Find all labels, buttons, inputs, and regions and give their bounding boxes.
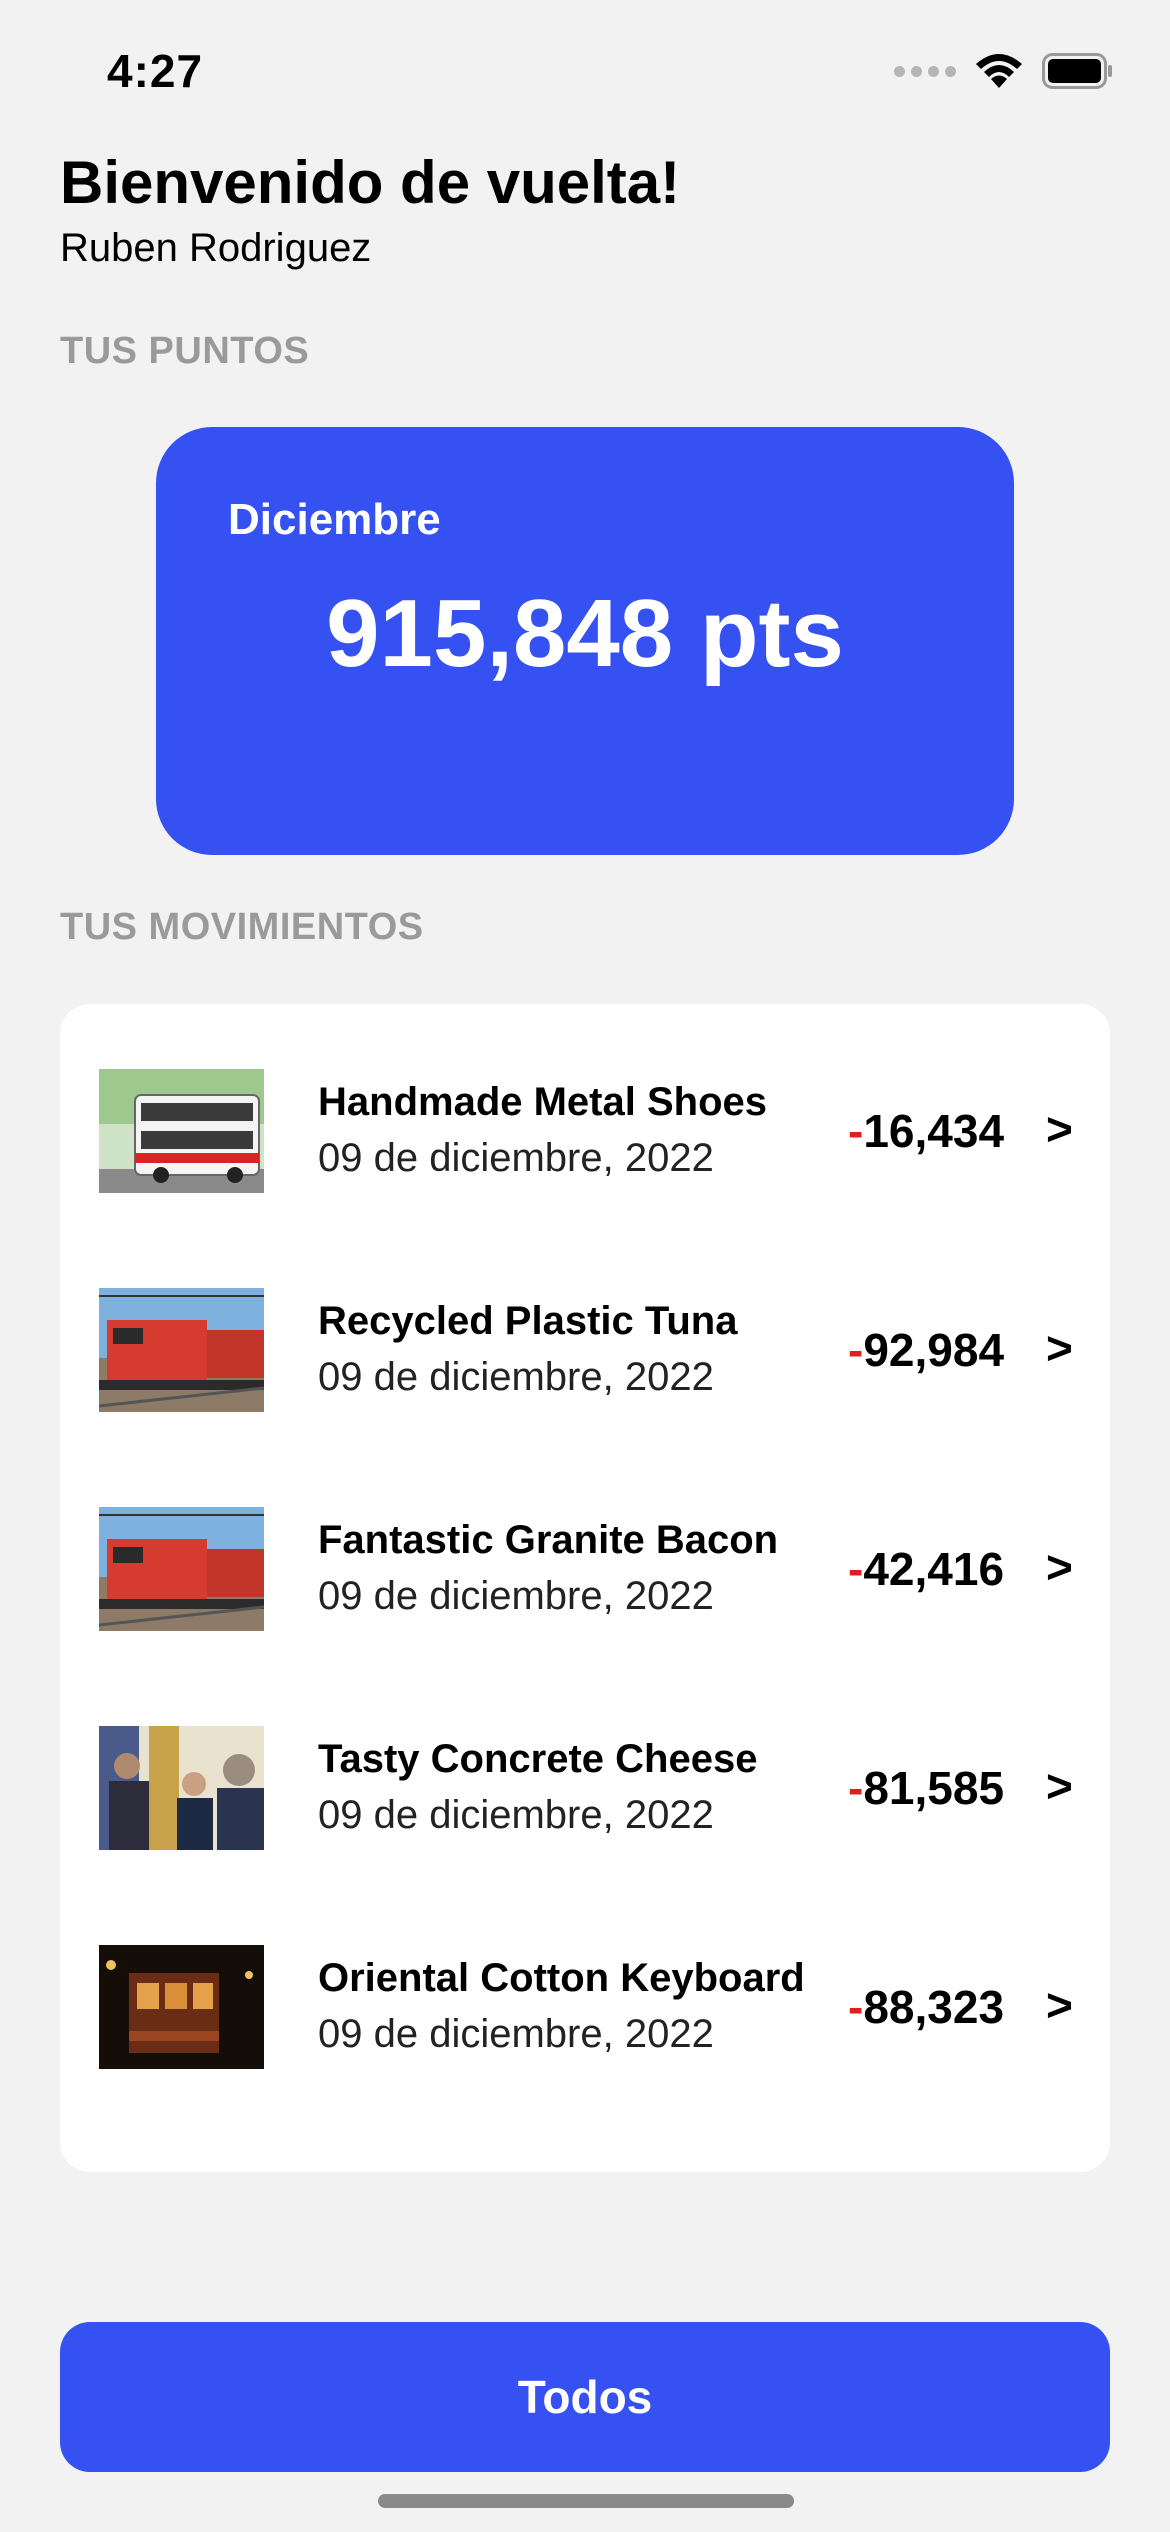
chevron-right-icon: > — [1046, 1541, 1073, 1593]
chevron-right-icon: > — [1046, 1760, 1073, 1812]
movement-date: 09 de diciembre, 2022 — [318, 1355, 714, 1399]
movement-title: Oriental Cotton Keyboard — [318, 1956, 805, 2000]
train-thumbnail — [99, 1507, 264, 1631]
points-month: Diciembre — [228, 495, 441, 544]
movement-amount: -42,416 — [848, 1542, 1004, 1596]
movement-amount: -81,585 — [848, 1761, 1004, 1815]
amount-value: 16,434 — [863, 1105, 1005, 1157]
movement-row[interactable]: Tasty Concrete Cheese 09 de diciembre, 2… — [60, 1713, 1110, 1853]
minus-sign: - — [848, 1762, 864, 1814]
train-thumbnail — [99, 1288, 264, 1412]
movements-list: Handmade Metal Shoes 09 de diciembre, 20… — [60, 1004, 1110, 2172]
amount-value: 92,984 — [863, 1324, 1005, 1376]
user-name: Ruben Rodriguez — [60, 226, 372, 270]
movement-row[interactable]: Oriental Cotton Keyboard 09 de diciembre… — [60, 1932, 1110, 2072]
movements-section-label: TUS MOVIMIENTOS — [60, 906, 424, 948]
chevron-right-icon: > — [1046, 1322, 1073, 1374]
movement-date: 09 de diciembre, 2022 — [318, 1574, 714, 1618]
home-indicator[interactable] — [378, 2494, 794, 2508]
movement-title: Handmade Metal Shoes — [318, 1080, 768, 1124]
minus-sign: - — [848, 1105, 864, 1157]
tram-night-thumbnail — [99, 1945, 264, 2069]
movement-row[interactable]: Recycled Plastic Tuna 09 de diciembre, 2… — [60, 1275, 1110, 1415]
all-movements-button[interactable]: Todos — [60, 2322, 1110, 2472]
signal-dots-icon — [894, 65, 956, 77]
wifi-icon — [976, 54, 1022, 88]
movement-amount: -92,984 — [848, 1323, 1004, 1377]
movement-row[interactable]: Fantastic Granite Bacon 09 de diciembre,… — [60, 1494, 1110, 1634]
movement-amount: -16,434 — [848, 1104, 1004, 1158]
chevron-right-icon: > — [1046, 1103, 1073, 1155]
status-icons — [894, 52, 1114, 90]
points-section-label: TUS PUNTOS — [60, 330, 310, 372]
points-card[interactable]: Diciembre 915,848 pts — [156, 427, 1014, 855]
people-thumbnail — [99, 1726, 264, 1850]
movement-title: Recycled Plastic Tuna — [318, 1299, 738, 1343]
bus-thumbnail — [99, 1069, 264, 1193]
points-value: 915,848 pts — [326, 580, 844, 687]
app-screen: 4:27 Bienvenido de vuelta! Ruben Rodrigu… — [0, 0, 1170, 2532]
welcome-heading: Bienvenido de vuelta! — [60, 149, 681, 216]
movement-amount: -88,323 — [848, 1980, 1004, 2034]
movement-row[interactable]: Handmade Metal Shoes 09 de diciembre, 20… — [60, 1056, 1110, 1196]
battery-icon — [1042, 53, 1112, 89]
movement-date: 09 de diciembre, 2022 — [318, 1793, 714, 1837]
movement-date: 09 de diciembre, 2022 — [318, 2012, 714, 2056]
minus-sign: - — [848, 1543, 864, 1595]
minus-sign: - — [848, 1324, 864, 1376]
movement-title: Fantastic Granite Bacon — [318, 1518, 779, 1562]
chevron-right-icon: > — [1046, 1979, 1073, 2031]
minus-sign: - — [848, 1981, 864, 2033]
movement-title: Tasty Concrete Cheese — [318, 1737, 758, 1781]
amount-value: 88,323 — [863, 1981, 1005, 2033]
amount-value: 81,585 — [863, 1762, 1005, 1814]
movement-date: 09 de diciembre, 2022 — [318, 1136, 714, 1180]
amount-value: 42,416 — [863, 1543, 1005, 1595]
status-time: 4:27 — [107, 45, 204, 97]
